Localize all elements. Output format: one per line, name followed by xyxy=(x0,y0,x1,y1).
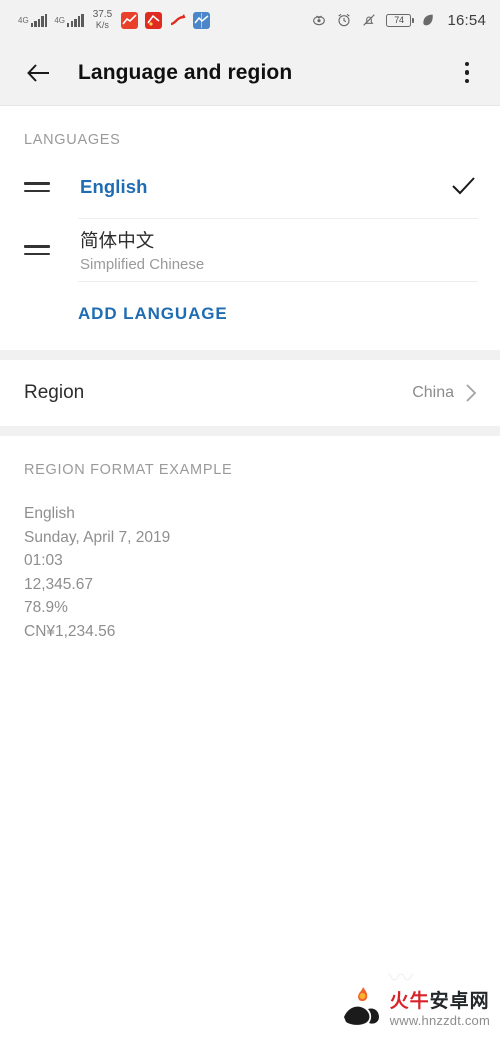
languages-section-header: LANGUAGES xyxy=(24,132,121,148)
region-format-header: REGION FORMAT EXAMPLE xyxy=(24,462,233,478)
status-bar-left: 4G 4G 37.5 K/s xyxy=(18,10,311,30)
language-row-simplified-chinese[interactable]: 简体中文 Simplified Chinese xyxy=(0,219,500,281)
watermark-name-red: 火牛 xyxy=(389,990,430,1012)
bull-flame-logo-icon xyxy=(338,987,384,1031)
language-text-block: 简体中文 Simplified Chinese xyxy=(58,227,448,273)
status-bar-right: 74 16:54 xyxy=(311,12,486,29)
chevron-right-icon xyxy=(466,384,477,402)
format-line-number: 12,345.67 xyxy=(24,575,93,593)
signal-indicator-sim1: 4G xyxy=(18,13,48,27)
drag-handle-icon[interactable] xyxy=(24,181,58,193)
watermark: 火牛安卓网 www.hnzzdt.com xyxy=(338,987,490,1031)
arrow-app-icon xyxy=(169,12,186,29)
battery-level-label: 74 xyxy=(394,15,404,25)
battery-icon: 74 xyxy=(386,13,414,27)
language-row-english[interactable]: English xyxy=(0,156,500,218)
bell-muted-icon xyxy=(363,14,376,26)
region-value: China xyxy=(412,384,454,401)
region-label: Region xyxy=(24,382,85,403)
signal-bars-sim1 xyxy=(30,13,48,27)
section-gap xyxy=(0,350,500,360)
network-speed-value: 37.5 xyxy=(92,9,113,20)
language-name: 简体中文 xyxy=(80,230,155,251)
more-vertical-icon-dot xyxy=(464,61,470,67)
format-line-language: English xyxy=(24,505,75,522)
region-format-example-card: REGION FORMAT EXAMPLE English Sunday, Ap… xyxy=(0,436,500,673)
signal-bars-sim2 xyxy=(67,13,84,27)
format-line-percent: 78.9% xyxy=(24,599,68,616)
back-button[interactable] xyxy=(22,56,56,90)
drag-handle-icon[interactable] xyxy=(24,244,58,256)
languages-card: LANGUAGES English 简体中文 Simplified Chines… xyxy=(0,106,500,350)
alarm-icon xyxy=(338,13,351,27)
add-language-button[interactable]: ADD LANGUAGE xyxy=(0,282,500,350)
phone-screen: 4G 4G 37.5 K/s 74 16:54 Language and reg… xyxy=(0,0,500,1039)
watermark-url: www.hnzzdt.com xyxy=(389,1012,490,1028)
format-line-currency: CN¥1,234.56 xyxy=(24,622,116,640)
region-card: Region China xyxy=(0,360,500,426)
network-type-label-sim1: 4G xyxy=(18,15,29,25)
more-vertical-icon-dot xyxy=(464,78,470,84)
language-subtitle: Simplified Chinese xyxy=(80,256,205,273)
status-bar: 4G 4G 37.5 K/s 74 16:54 xyxy=(0,0,500,40)
watermark-name-black: 安卓网 xyxy=(429,990,490,1012)
network-speed-indicator: 37.5 K/s xyxy=(92,9,113,31)
chart-app-icon xyxy=(193,11,211,29)
language-list: English 简体中文 Simplified Chinese ADD LANG… xyxy=(0,148,500,350)
arrow-left-icon xyxy=(27,63,49,82)
clock-label: 16:54 xyxy=(447,11,486,29)
format-line-time: 01:03 xyxy=(24,552,63,569)
format-line-date: Sunday, April 7, 2019 xyxy=(24,528,171,546)
stock-app-icon xyxy=(121,11,139,29)
network-type-label-sim2: 4G xyxy=(54,15,66,25)
network-speed-unit: K/s xyxy=(95,20,109,30)
section-gap xyxy=(0,426,500,436)
language-name: English xyxy=(80,176,148,197)
watermark-text: 火牛安卓网 www.hnzzdt.com xyxy=(390,991,490,1028)
app-bar: Language and region xyxy=(0,40,500,106)
page-title: Language and region xyxy=(78,60,293,84)
more-vertical-icon-dot xyxy=(464,70,470,75)
eye-icon xyxy=(313,15,326,26)
alert-app-icon xyxy=(145,11,163,29)
region-row[interactable]: Region China xyxy=(0,360,500,426)
selected-check xyxy=(448,173,478,201)
leaf-icon xyxy=(423,14,434,26)
region-format-lines: English Sunday, April 7, 2019 01:03 12,3… xyxy=(24,502,500,643)
check-icon xyxy=(452,177,475,195)
signal-indicator-sim2: 4G xyxy=(54,13,84,27)
language-text-block: English xyxy=(58,176,448,198)
watermark-site-name: 火牛安卓网 xyxy=(390,991,490,1012)
overflow-menu-button[interactable] xyxy=(452,56,482,90)
